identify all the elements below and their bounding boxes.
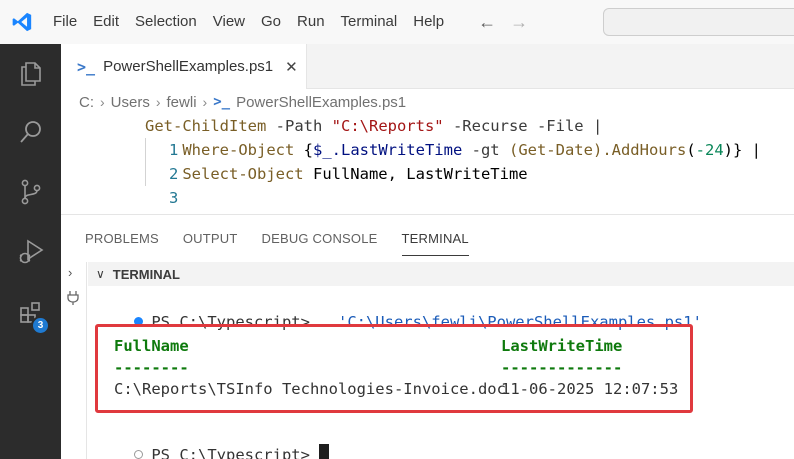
terminal-cursor xyxy=(319,444,330,459)
code-token: $_ xyxy=(312,141,332,159)
back-arrow-icon[interactable]: ← xyxy=(478,12,496,32)
code-token: -Recurse -File | xyxy=(443,117,603,135)
terminal-prompt: PS C:\Typescript> xyxy=(151,446,320,459)
line-number: 3 xyxy=(168,189,179,207)
vscode-logo-icon[interactable] xyxy=(0,0,44,44)
powershell-icon: >_ xyxy=(77,57,96,76)
code-line[interactable]: 2 Where-Object {$_.LastWriteTime -gt (Ge… xyxy=(61,138,794,183)
powershell-icon: >_ xyxy=(213,94,231,110)
tab-terminal[interactable]: TERMINAL xyxy=(401,226,469,256)
menu-go[interactable]: Go xyxy=(253,0,289,44)
tab-label: PowerShellExamples.ps1 xyxy=(103,58,274,75)
forward-arrow-icon[interactable]: → xyxy=(510,12,528,32)
navigation-arrows: ← → xyxy=(478,12,528,32)
search-icon[interactable] xyxy=(0,104,61,160)
command-pending-dot-icon[interactable] xyxy=(134,450,144,459)
code-token: "C:\Reports" xyxy=(331,117,444,135)
breadcrumb-user[interactable]: fewli xyxy=(167,94,197,111)
activity-bar: 3 xyxy=(0,44,61,459)
run-debug-icon[interactable] xyxy=(0,224,61,280)
breadcrumb-users[interactable]: Users xyxy=(111,94,150,111)
panel-divider xyxy=(61,214,794,215)
terminal-section-title: TERMINAL xyxy=(112,266,180,282)
tab-powershell-examples[interactable]: >_ PowerShellExamples.ps1 ✕ xyxy=(61,44,307,89)
code-text: Select-Object FullName, LastWriteTime xyxy=(145,162,528,186)
highlight-box xyxy=(95,324,693,413)
panel-side-gutter: › xyxy=(61,262,87,459)
breadcrumb-file[interactable]: PowerShellExamples.ps1 xyxy=(236,94,406,111)
code-token: .AddHours xyxy=(602,141,687,159)
tab-output[interactable]: OUTPUT xyxy=(183,226,238,256)
menu-view[interactable]: View xyxy=(205,0,253,44)
terminal-prompt-line: PS C:\Typescript> xyxy=(88,422,330,459)
breadcrumb-drive[interactable]: C: xyxy=(79,94,94,111)
plug-icon[interactable] xyxy=(66,290,80,309)
chevron-right-icon[interactable]: › xyxy=(68,265,72,280)
code-token: .LastWriteTime xyxy=(331,141,463,159)
extensions-badge: 3 xyxy=(31,316,50,335)
menu-terminal[interactable]: Terminal xyxy=(333,0,406,44)
code-line[interactable]: 1 Get-ChildItem -Path "C:\Reports" -Recu… xyxy=(61,114,794,159)
code-editor[interactable]: 1 Get-ChildItem -Path "C:\Reports" -Recu… xyxy=(61,114,794,214)
menu-edit[interactable]: Edit xyxy=(85,0,127,44)
code-token: )} | xyxy=(723,141,761,159)
code-token: Select-Object xyxy=(145,165,313,183)
tab-debug-console[interactable]: DEBUG CONSOLE xyxy=(262,226,378,256)
terminal-command-line: PS C:\Typescript> . 'C:\Users\fewli\Powe… xyxy=(88,289,702,331)
editor-tab-bar: >_ PowerShellExamples.ps1 ✕ xyxy=(61,44,794,89)
code-text: Where-Object {$_.LastWriteTime -gt (Get-… xyxy=(145,138,761,162)
code-token: (Get-Date) xyxy=(508,141,603,159)
source-control-icon[interactable] xyxy=(0,164,61,220)
menu-run[interactable]: Run xyxy=(289,0,333,44)
code-token: Get-ChildItem xyxy=(145,117,267,135)
chevron-down-icon: ∨ xyxy=(96,267,105,281)
chevron-right-icon: › xyxy=(202,94,208,110)
panel-tabs: PROBLEMS OUTPUT DEBUG CONSOLE TERMINAL xyxy=(61,226,469,256)
menu-selection[interactable]: Selection xyxy=(127,0,205,44)
tab-problems[interactable]: PROBLEMS xyxy=(85,226,159,256)
explorer-icon[interactable] xyxy=(0,46,61,102)
menu-file[interactable]: File xyxy=(44,0,85,44)
code-token: { xyxy=(303,141,313,159)
breadcrumb: C: › Users › fewli › >_ PowerShellExampl… xyxy=(79,92,406,112)
code-token: ( xyxy=(686,141,696,159)
menu-bar: File Edit Selection View Go Run Terminal… xyxy=(44,0,452,44)
code-line[interactable]: 3 Select-Object FullName, LastWriteTime xyxy=(61,162,794,207)
code-token: -Path xyxy=(266,117,332,135)
code-token: -24 xyxy=(695,141,724,159)
code-token: FullName, LastWriteTime xyxy=(312,165,528,183)
terminal-section-header[interactable]: ∨ TERMINAL xyxy=(88,262,794,286)
code-token: Where-Object xyxy=(145,141,304,159)
close-icon[interactable]: ✕ xyxy=(285,58,298,76)
chevron-right-icon: › xyxy=(100,94,105,110)
code-text: Get-ChildItem -Path "C:\Reports" -Recurs… xyxy=(145,114,602,138)
title-bar: File Edit Selection View Go Run Terminal… xyxy=(0,0,794,44)
chevron-right-icon: › xyxy=(155,94,161,110)
code-token: -gt xyxy=(462,141,509,159)
command-center-search[interactable] xyxy=(603,8,794,36)
menu-help[interactable]: Help xyxy=(405,0,452,44)
extensions-icon[interactable] xyxy=(0,284,61,340)
